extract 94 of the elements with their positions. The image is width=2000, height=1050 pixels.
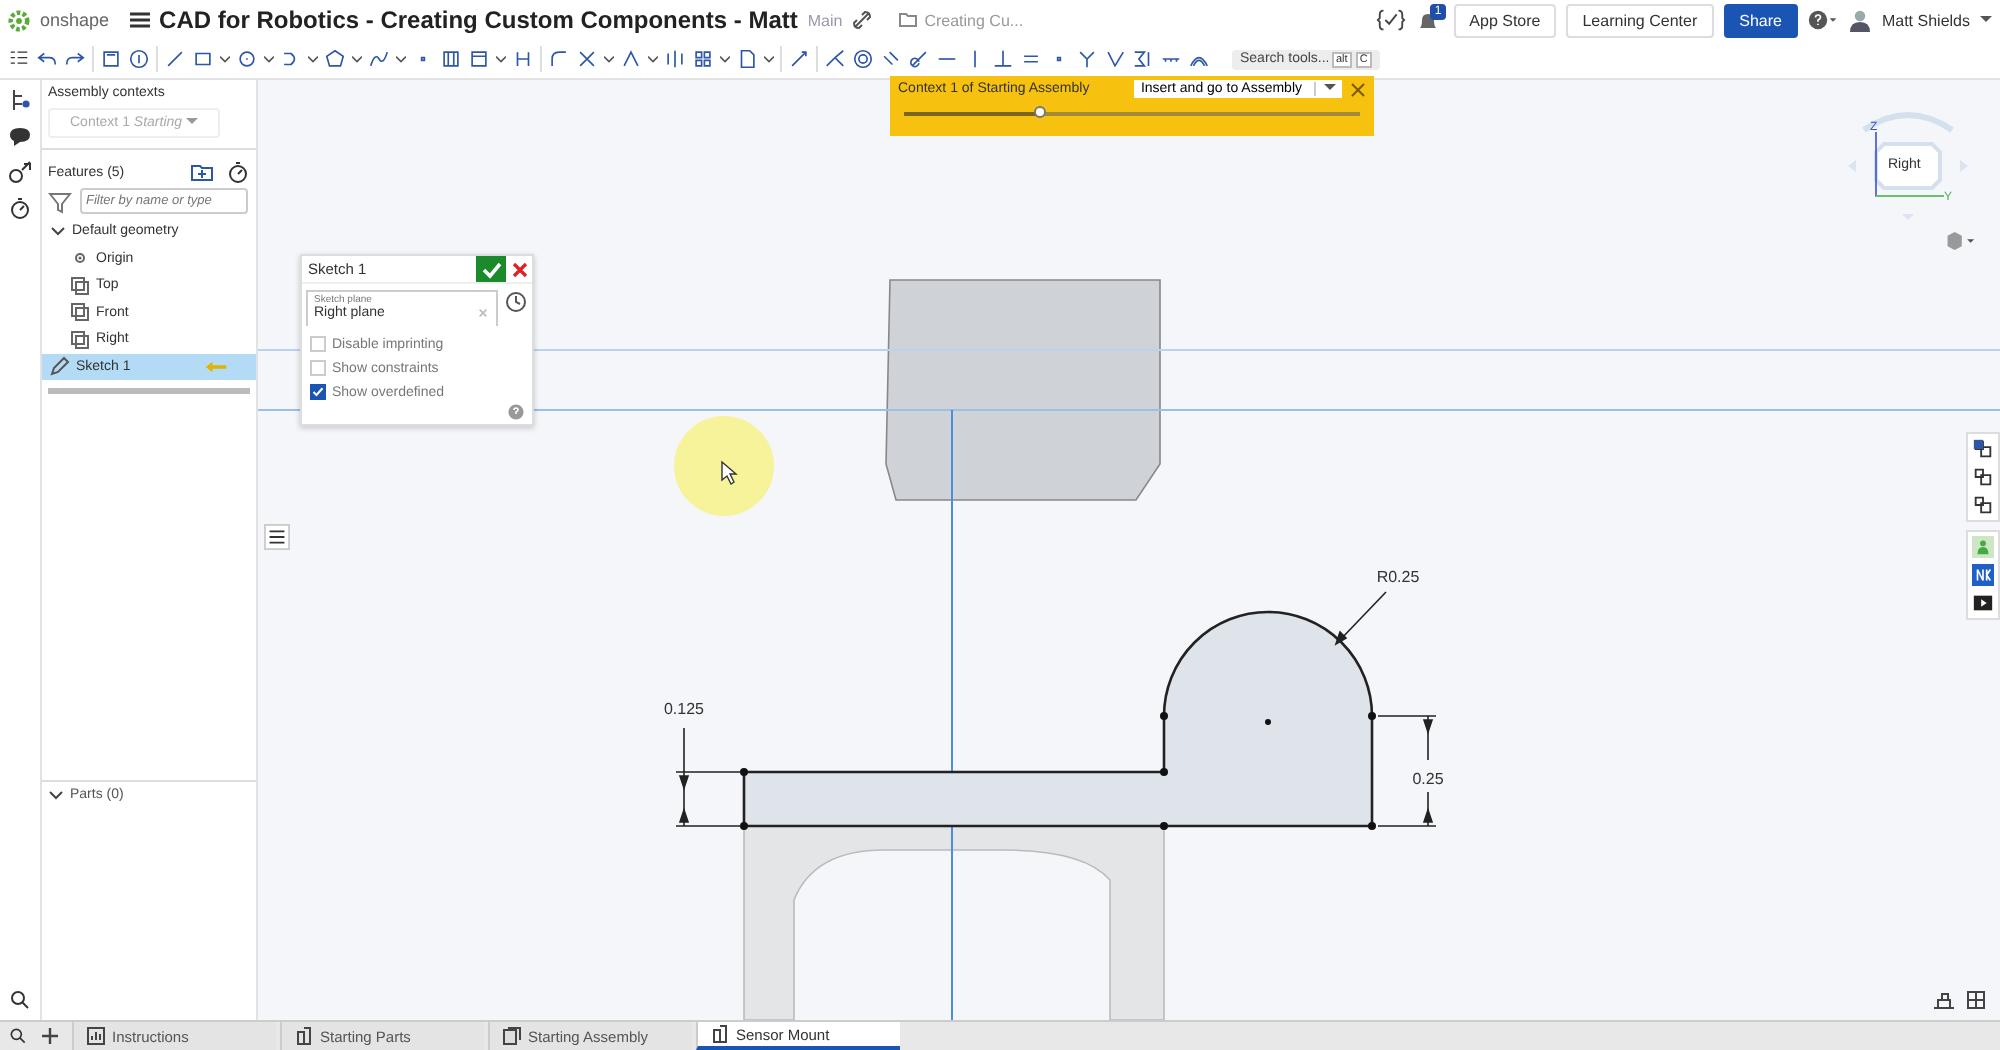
origin-icon — [70, 248, 90, 269]
part-studio-icon — [294, 1026, 314, 1046]
dimension-icon[interactable] — [788, 48, 810, 70]
video-icon[interactable] — [1972, 592, 1994, 614]
checkbox[interactable] — [310, 384, 326, 400]
arrow-icon — [204, 359, 228, 374]
tangent-icon[interactable] — [908, 48, 930, 70]
close-icon[interactable] — [1350, 81, 1366, 97]
polygon-icon[interactable] — [324, 48, 346, 70]
menu-icon[interactable] — [129, 12, 150, 28]
add-icon[interactable] — [40, 1026, 60, 1046]
caret-icon[interactable] — [352, 55, 362, 63]
cancel-button[interactable] — [506, 256, 532, 282]
caret-icon[interactable] — [308, 55, 318, 63]
plane-icon — [70, 302, 90, 323]
dimension-label: 0.25 — [1412, 770, 1444, 788]
search-icon[interactable] — [8, 988, 32, 1012]
section-view-icon[interactable] — [1932, 988, 1956, 1012]
caret-icon[interactable] — [648, 55, 658, 63]
caret-icon[interactable] — [396, 55, 406, 63]
app-icon[interactable] — [1972, 564, 1994, 586]
view-options-icon[interactable] — [1944, 230, 1976, 252]
list-icon[interactable] — [264, 524, 290, 550]
check-icon — [481, 259, 501, 279]
chevron-icon[interactable] — [48, 788, 64, 804]
caret-icon[interactable] — [604, 55, 614, 63]
stopwatch-icon[interactable] — [226, 160, 250, 184]
caret-icon[interactable] — [764, 55, 774, 63]
grid-icon[interactable] — [1964, 988, 1988, 1012]
rectangle-icon[interactable] — [192, 48, 214, 70]
bell-icon — [1415, 10, 1440, 34]
mate-icon[interactable] — [8, 160, 32, 184]
share-button[interactable]: Share — [1723, 3, 1798, 37]
caret-icon[interactable] — [264, 55, 274, 63]
link-icon[interactable] — [852, 10, 873, 30]
add-folder-icon[interactable] — [190, 160, 214, 184]
extend-icon[interactable] — [620, 48, 642, 70]
pattern-icon[interactable] — [692, 48, 714, 70]
brand-name[interactable]: onshape — [40, 10, 110, 30]
undo-icon[interactable] — [36, 48, 58, 70]
dimension-label: R0.25 — [1376, 568, 1420, 586]
feature-list-icon[interactable] — [8, 48, 30, 70]
accept-button[interactable] — [476, 256, 506, 282]
instances-icon[interactable] — [8, 88, 32, 112]
normal-icon[interactable] — [1076, 48, 1098, 70]
dimension-line — [675, 727, 741, 827]
logo-icon[interactable] — [8, 9, 30, 31]
symmetric-icon[interactable] — [1132, 48, 1154, 70]
plane-icon — [70, 275, 90, 296]
part-studio-icon — [710, 1024, 730, 1044]
perpendicular-icon[interactable] — [992, 48, 1014, 70]
avatar-icon[interactable] — [1847, 8, 1872, 32]
caret-icon[interactable] — [496, 55, 506, 63]
spline-icon[interactable] — [368, 48, 390, 70]
line-icon[interactable] — [164, 48, 186, 70]
pierce-icon[interactable] — [1104, 48, 1126, 70]
fillet-icon[interactable] — [548, 48, 570, 70]
caret-icon[interactable] — [220, 55, 230, 63]
stopwatch-icon[interactable] — [8, 196, 32, 220]
concentric-icon[interactable] — [852, 48, 874, 70]
document-icon — [86, 1026, 106, 1046]
caret-icon[interactable] — [720, 55, 730, 63]
document-title[interactable]: CAD for Robotics - Creating Custom Components - Matt — [159, 6, 798, 34]
redo-icon[interactable] — [64, 48, 86, 70]
pencil-icon — [50, 356, 70, 377]
slider-thumb[interactable] — [1034, 106, 1047, 118]
header-button[interactable]: App Store — [1453, 3, 1557, 37]
caret-icon — [1324, 84, 1336, 92]
angle-icon[interactable] — [824, 48, 846, 70]
variables-icon[interactable] — [1375, 8, 1406, 32]
caret-icon — [186, 118, 198, 126]
header-button[interactable]: Learning Center — [1566, 3, 1714, 37]
filter-icon[interactable] — [48, 189, 72, 213]
caret-icon[interactable] — [1980, 16, 1992, 24]
help-icon[interactable] — [1807, 8, 1838, 32]
plane-icon — [70, 329, 90, 350]
folder-icon — [898, 10, 919, 30]
sketch-plane-icon[interactable] — [100, 48, 122, 70]
construction-icon[interactable] — [440, 48, 462, 70]
cursor-highlight — [674, 416, 774, 516]
user-menu[interactable]: Matt Shields — [1881, 11, 1970, 29]
mirror-icon[interactable] — [664, 48, 686, 70]
leader-line — [1334, 591, 1387, 646]
search-icon[interactable] — [8, 1026, 28, 1046]
chevron-icon[interactable] — [50, 223, 66, 240]
trim-icon[interactable] — [576, 48, 598, 70]
comment-icon[interactable] — [8, 124, 32, 148]
clock-icon[interactable] — [504, 290, 528, 314]
close-icon — [511, 261, 527, 277]
dimension-label: 0.125 — [663, 700, 705, 718]
parallel-icon[interactable] — [880, 48, 902, 70]
document-icon[interactable] — [736, 48, 758, 70]
cursor-icon — [721, 460, 738, 486]
assembly-icon — [502, 1026, 522, 1046]
